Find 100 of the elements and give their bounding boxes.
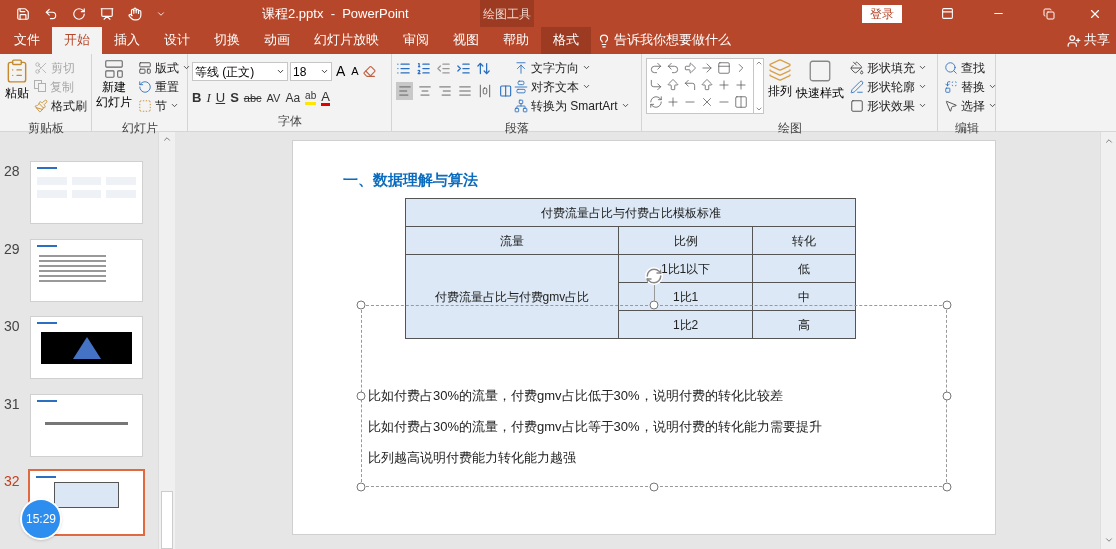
italic-button[interactable]: I [206,88,211,108]
scroll-up-icon[interactable] [1103,136,1114,146]
slide-number: 29 [3,239,21,259]
ribbon-tab[interactable]: 格式 [541,27,591,54]
shape-icon[interactable] [700,78,714,92]
strikethrough-button[interactable]: abc [243,89,262,106]
ribbon-tab[interactable]: 幻灯片放映 [302,27,391,54]
share-button[interactable]: 共享 [1067,27,1110,54]
sign-in-button[interactable]: 登录 [862,4,902,23]
scroll-down-icon[interactable] [754,105,763,113]
slide-thumbnail[interactable] [30,393,143,457]
resize-handle[interactable] [942,391,952,401]
ribbon-tab[interactable]: 文件 [2,27,52,54]
ribbon-display-icon[interactable] [941,7,954,20]
save-icon[interactable] [16,6,30,21]
line-spacing-icon[interactable] [476,61,491,76]
ribbon-button[interactable]: 节 [136,96,193,115]
shape-icon[interactable] [666,78,680,92]
shape-icon[interactable] [666,95,680,109]
hand-icon[interactable] [128,6,142,21]
underline-button[interactable]: U [215,88,226,108]
ribbon-button[interactable]: 对齐文本 [512,77,632,96]
ribbon-tab[interactable]: 动画 [252,27,302,54]
ribbon-tab[interactable]: 开始 [52,27,102,54]
arrange-button[interactable]: 排列 [768,58,792,100]
ribbon-tab[interactable]: 插入 [102,27,152,54]
ribbon-button[interactable]: 查找 [942,58,999,77]
ribbon-tab[interactable]: 设计 [152,27,202,54]
shape-icon[interactable] [649,95,663,109]
redo-icon[interactable] [72,6,86,21]
shape-icon[interactable] [734,95,748,109]
resize-handle[interactable] [356,300,366,310]
restore-icon[interactable] [1043,7,1055,20]
shadow-button[interactable]: S [230,88,239,108]
character-spacing-button[interactable]: AV [266,89,281,106]
shape-icon[interactable] [717,61,731,75]
paste-button[interactable]: 粘贴 [4,58,30,102]
slide-thumbnail[interactable] [30,161,143,224]
caret-icon [276,67,285,76]
bold-button[interactable]: B [192,88,202,108]
highlight-button[interactable]: ab [305,90,317,106]
scroll-down-icon[interactable] [1103,535,1114,545]
ribbon-tab[interactable]: 帮助 [491,27,541,54]
columns-icon[interactable] [498,84,513,98]
ribbon-button[interactable]: 形状轮廓 [848,77,929,96]
rotate-handle[interactable] [645,267,663,301]
ribbon-button[interactable]: 形状效果 [848,96,929,115]
ribbon-button[interactable]: 重置 [136,77,193,96]
bullets-icon[interactable] [396,61,411,76]
scroll-up-icon[interactable] [162,134,172,144]
shrink-font-button[interactable]: A [349,63,361,80]
new-slide-button[interactable]: 新建 幻灯片 [96,58,132,110]
ribbon-tab[interactable]: 视图 [441,27,491,54]
shape-icon[interactable] [683,61,697,75]
ribbon-button[interactable]: 选择 [942,96,999,115]
ribbon-button[interactable]: 文字方向 [512,58,632,77]
shape-icon[interactable] [717,78,731,92]
shape-icon[interactable] [734,78,748,92]
shape-icon[interactable] [700,95,714,109]
scroll-thumb[interactable] [161,491,173,549]
resize-handle[interactable] [649,300,659,310]
scroll-up-icon[interactable] [754,59,763,67]
clear-format-icon[interactable] [362,65,376,78]
increase-indent-icon[interactable] [456,61,471,76]
ribbon-tab[interactable]: 切换 [202,27,252,54]
slide-thumbnail[interactable] [30,238,143,302]
scrollbar[interactable] [158,132,175,549]
button-icon [944,60,958,75]
shape-icon[interactable] [683,78,697,92]
shape-icon[interactable] [649,61,663,75]
lightbulb-icon [597,33,611,48]
ribbon-button[interactable]: 转换为 SmartArt [512,96,632,115]
slide-thumbnail[interactable] [30,316,143,380]
quick-styles-button[interactable]: 快速样式 [796,58,844,102]
ribbon-button[interactable]: 格式刷 [32,96,89,115]
grow-font-button[interactable]: A [334,61,348,82]
shape-icon[interactable] [666,61,680,75]
numbering-icon[interactable] [416,61,431,76]
resize-handle[interactable] [942,300,952,310]
resize-handle[interactable] [942,482,952,492]
font-color-button[interactable]: A [321,89,330,106]
align-button[interactable] [396,82,414,100]
ribbon-button[interactable]: 形状填充 [848,58,929,77]
shape-icon[interactable] [700,61,714,75]
font-size-field[interactable]: 18 [290,62,332,81]
decrease-indent-icon[interactable] [436,61,451,76]
undo-icon[interactable] [44,6,58,21]
ribbon-tab[interactable]: 审阅 [391,27,441,54]
shape-gallery[interactable] [646,58,754,114]
ribbon-button[interactable]: 替换 [942,77,999,96]
resize-handle[interactable] [649,482,659,492]
font-name-field[interactable]: 等线 (正文) [192,62,288,81]
shape-icon[interactable] [649,78,663,92]
change-case-button[interactable]: Aa [285,88,301,107]
scrollbar[interactable] [1100,132,1116,549]
resize-handle[interactable] [356,391,366,401]
presentation-icon[interactable] [100,6,114,21]
tell-me-field[interactable]: 告诉我你想要做什么 [614,31,731,50]
ribbon-button[interactable]: 版式 [136,58,193,77]
resize-handle[interactable] [356,482,366,492]
